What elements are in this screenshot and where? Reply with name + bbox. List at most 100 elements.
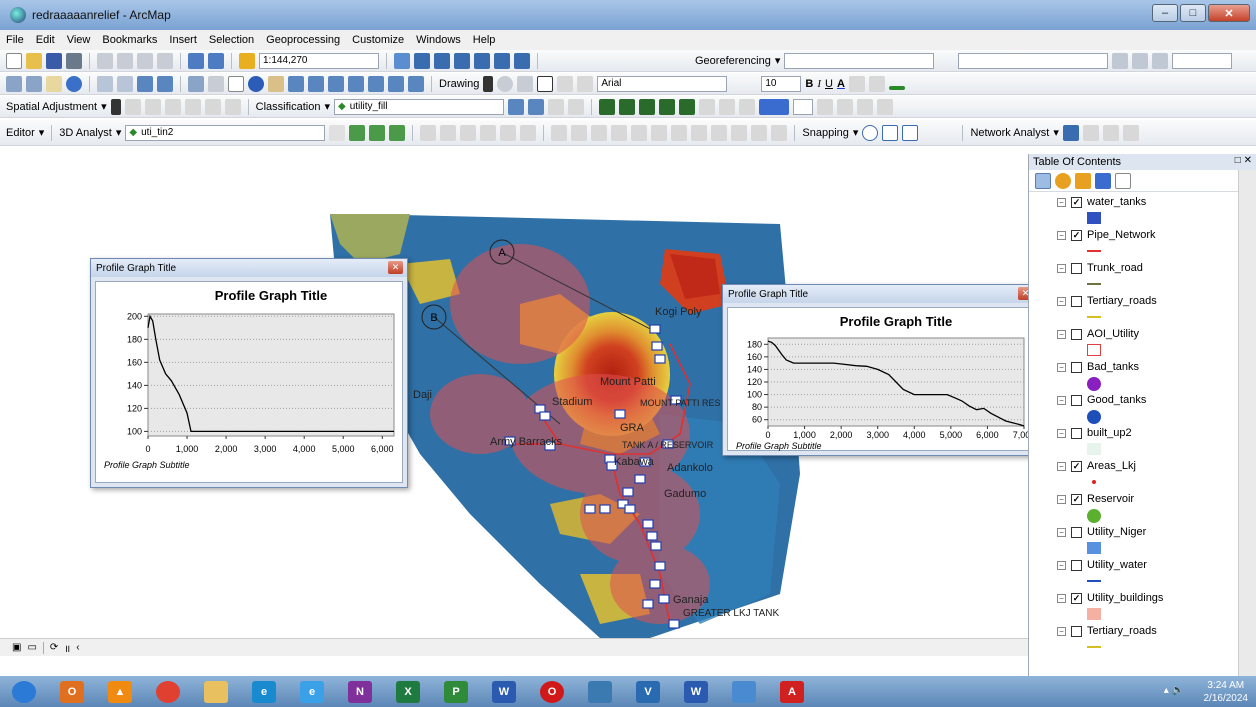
limit-adjust-icon[interactable] [224, 98, 241, 115]
taskbar-explorer-button[interactable] [192, 677, 240, 706]
profile-graph-window-b[interactable]: Profile Graph Title ✕ Profile Graph Titl… [90, 258, 408, 488]
bold-button[interactable]: B [805, 78, 813, 90]
toc-layer-pipe-network[interactable]: − ✓ Pipe_Network [1029, 227, 1237, 260]
water-tank-marker[interactable] [634, 474, 646, 484]
taskbar-word-button[interactable]: W [480, 677, 528, 706]
water-tank-marker[interactable] [539, 411, 551, 421]
multi-displacement-icon[interactable] [164, 98, 181, 115]
add-data-icon[interactable] [239, 52, 255, 69]
layer-visibility-checkbox[interactable] [1071, 329, 1082, 340]
water-tank-marker[interactable] [654, 561, 666, 571]
image-classify-icon[interactable] [619, 98, 635, 115]
find-icon[interactable] [328, 75, 344, 92]
toc-layer-reservoir[interactable]: − ✓ Reservoir [1029, 491, 1237, 524]
rectangle-icon[interactable] [537, 75, 554, 92]
collapse-icon[interactable]: − [1057, 429, 1066, 438]
layer-visibility-checkbox[interactable] [1071, 362, 1082, 373]
network-tool-icon[interactable] [1122, 124, 1139, 141]
list-by-drawing-order-icon[interactable] [1035, 172, 1051, 189]
collapse-icon[interactable]: − [1057, 396, 1066, 405]
image-tool-icon[interactable] [719, 98, 735, 115]
map-scale-combo[interactable]: 1:144,270 [259, 52, 379, 69]
scroll-left-icon[interactable]: ‹ [76, 642, 79, 653]
taskbar-visio-button[interactable]: V [624, 677, 672, 706]
taskbar-edge-button[interactable]: e [240, 677, 288, 706]
identify-icon[interactable] [248, 75, 264, 92]
3d-analyst-menu[interactable]: 3D Analyst [59, 127, 112, 139]
align-icon[interactable] [751, 124, 768, 141]
select-arrow-icon[interactable] [483, 75, 494, 92]
point-snapping-icon[interactable] [862, 124, 879, 141]
image-tool-icon[interactable] [739, 98, 755, 115]
search-window-icon[interactable] [454, 52, 470, 69]
select-elements-icon[interactable] [110, 98, 121, 115]
new-document-icon[interactable] [6, 52, 22, 69]
menu-geoprocessing[interactable]: Geoprocessing [266, 34, 340, 46]
taskbar-onenote-button[interactable]: N [336, 677, 384, 706]
georef-tool-icon[interactable] [1152, 52, 1169, 69]
toc-layer-trunk-road[interactable]: − Trunk_road [1029, 260, 1237, 293]
collapse-icon[interactable]: − [1057, 198, 1066, 207]
taskbar-vlc-button[interactable]: ▲ [96, 677, 144, 706]
layer-visibility-checkbox[interactable] [1071, 626, 1082, 637]
menu-view[interactable]: View [67, 34, 91, 46]
water-tank-marker[interactable] [651, 341, 663, 351]
topology-icon[interactable] [480, 124, 497, 141]
georef-second-combo[interactable] [958, 52, 1109, 69]
paste-icon[interactable] [137, 52, 153, 69]
pause-drawing-icon[interactable]: ॥ [64, 641, 70, 655]
toc-layer-good-tanks[interactable]: − Good_tanks [1029, 392, 1237, 425]
collapse-icon[interactable]: − [1057, 330, 1066, 339]
line-color-icon[interactable] [868, 75, 885, 92]
pan-icon[interactable] [46, 75, 62, 92]
toc-layer-areas-lkj[interactable]: − ✓ Areas_Lkj [1029, 458, 1237, 491]
layer-visibility-checkbox[interactable] [1071, 527, 1082, 538]
topology-icon[interactable] [520, 124, 537, 141]
rotate-icon[interactable] [497, 75, 514, 92]
training-sample-icon[interactable] [508, 98, 524, 115]
new-displacement-link-icon[interactable] [124, 98, 141, 115]
hyperlink-icon[interactable] [268, 75, 284, 92]
text-tool-icon[interactable] [557, 75, 574, 92]
go-to-xy-icon[interactable] [368, 75, 384, 92]
taskbar-excel-button[interactable]: X [384, 677, 432, 706]
clear-selection-icon[interactable] [208, 75, 224, 92]
find-route-icon[interactable] [348, 75, 364, 92]
zoom-out-icon[interactable] [26, 75, 42, 92]
georef-tool-icon[interactable] [1132, 52, 1149, 69]
collapse-icon[interactable]: − [1057, 462, 1066, 471]
toc-layer-tertiary-roads[interactable]: − Tertiary_roads [1029, 293, 1237, 326]
water-tank-marker[interactable] [646, 531, 658, 541]
toc-layer-utility-buildings[interactable]: − ✓ Utility_buildings [1029, 590, 1237, 623]
drawing-menu[interactable]: Drawing [439, 78, 479, 90]
toc-layer-tertiary-roads[interactable]: − Tertiary_roads [1029, 623, 1237, 656]
collapse-icon[interactable]: − [1057, 264, 1066, 273]
toc-layer-water-tanks[interactable]: − ✓ water_tanks [1029, 194, 1237, 227]
redo-icon[interactable] [208, 52, 224, 69]
print-icon[interactable] [66, 52, 82, 69]
align-icon[interactable] [551, 124, 568, 141]
font-color-button[interactable]: A [837, 78, 845, 90]
network-tool-icon[interactable] [1082, 124, 1099, 141]
image-segment-icon[interactable] [639, 98, 655, 115]
image-tool-icon[interactable] [699, 98, 715, 115]
editor-menu[interactable]: Editor [6, 127, 35, 139]
align-icon[interactable] [771, 124, 788, 141]
vertex-snapping-icon[interactable] [902, 124, 919, 141]
layer-visibility-checkbox[interactable]: ✓ [1071, 461, 1082, 472]
align-icon[interactable] [591, 124, 608, 141]
image-analysis-icon[interactable] [599, 98, 615, 115]
taskbar-project-button[interactable]: P [432, 677, 480, 706]
water-tank-marker[interactable] [622, 487, 634, 497]
align-icon[interactable] [711, 124, 728, 141]
water-tank-marker[interactable] [584, 504, 596, 514]
list-by-visibility-icon[interactable] [1075, 172, 1091, 189]
delete-icon[interactable] [157, 52, 173, 69]
topology-icon[interactable] [440, 124, 457, 141]
scatterplot-icon[interactable] [568, 98, 584, 115]
toc-layer-bad-tanks[interactable]: − Bad_tanks [1029, 359, 1237, 392]
menu-insert[interactable]: Insert [169, 34, 197, 46]
refresh-icon[interactable]: ⟳ [50, 642, 58, 653]
taskbar-arcmap-button[interactable] [576, 677, 624, 706]
layer-visibility-checkbox[interactable] [1071, 296, 1082, 307]
